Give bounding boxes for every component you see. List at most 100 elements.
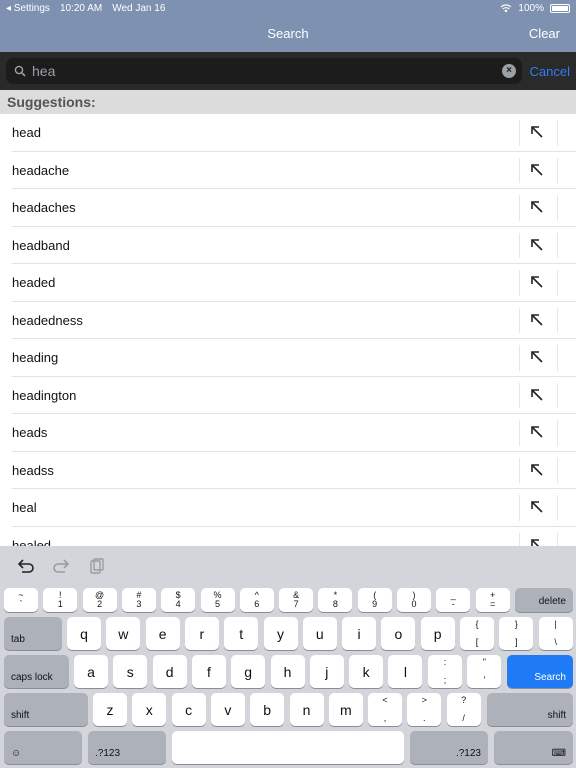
fill-arrow-icon[interactable] bbox=[530, 350, 544, 364]
key-letter[interactable]: y bbox=[263, 617, 298, 650]
numbers-key-right[interactable]: .?123 bbox=[410, 731, 488, 764]
suggestion-row[interactable]: healed bbox=[0, 527, 576, 547]
fill-arrow-icon[interactable] bbox=[530, 500, 544, 514]
key-1[interactable]: ! 1 bbox=[43, 588, 78, 612]
key-alt-label: > bbox=[421, 695, 427, 705]
hide-keyboard-key[interactable]: ⌨ bbox=[494, 731, 573, 764]
tab-key[interactable]: tab bbox=[4, 617, 62, 650]
fill-arrow-icon[interactable] bbox=[530, 463, 544, 477]
key-letter[interactable]: d bbox=[152, 655, 187, 688]
key-letter[interactable]: g bbox=[231, 655, 266, 688]
key-symbol[interactable]: " ' bbox=[467, 655, 502, 688]
key-letter[interactable]: z bbox=[93, 693, 127, 726]
key-10[interactable]: ) 0 bbox=[397, 588, 431, 612]
key-letter[interactable]: b bbox=[250, 693, 285, 726]
cancel-button[interactable]: Cancel bbox=[530, 64, 570, 79]
key-symbol[interactable]: >. bbox=[407, 693, 442, 726]
key-letter[interactable]: j bbox=[309, 655, 344, 688]
suggestion-row[interactable]: heads bbox=[0, 414, 576, 452]
key-12[interactable]: + = bbox=[475, 588, 510, 612]
fill-arrow-icon[interactable] bbox=[530, 238, 544, 252]
search-input[interactable] bbox=[32, 63, 502, 79]
key-letter[interactable]: q bbox=[67, 617, 101, 650]
paste-icon[interactable] bbox=[87, 558, 105, 574]
caps-lock-key[interactable]: caps lock bbox=[4, 655, 69, 688]
suggestion-row[interactable]: head bbox=[0, 114, 576, 152]
space-key[interactable] bbox=[172, 731, 404, 764]
key-3[interactable]: #3 bbox=[121, 588, 156, 612]
key-symbol[interactable]: ? / bbox=[446, 693, 481, 726]
key-symbol[interactable]: }] bbox=[499, 617, 534, 650]
key-letter[interactable]: m bbox=[328, 693, 363, 726]
suggestion-row[interactable]: headed bbox=[0, 264, 576, 302]
key-6[interactable]: ^ 6 bbox=[239, 588, 274, 612]
key-letter[interactable]: i bbox=[342, 617, 377, 650]
key-letter[interactable]: h bbox=[270, 655, 305, 688]
key-letter[interactable]: l bbox=[388, 655, 423, 688]
key-letter[interactable]: x bbox=[132, 693, 167, 726]
suggestion-row[interactable]: headache bbox=[0, 152, 576, 189]
fill-arrow-icon[interactable] bbox=[530, 425, 544, 439]
fill-arrow-icon[interactable] bbox=[530, 538, 544, 547]
numbers-key-left[interactable]: .?123 bbox=[88, 731, 166, 764]
key-letter[interactable]: e bbox=[145, 617, 180, 650]
key-letter[interactable]: u bbox=[302, 617, 337, 650]
suggestion-row[interactable]: heal bbox=[0, 489, 576, 527]
suggestion-row[interactable]: heading bbox=[0, 339, 576, 377]
key-alt-label: " bbox=[482, 657, 486, 667]
key-letter[interactable]: p bbox=[420, 617, 455, 650]
suggestion-text: headss bbox=[12, 462, 54, 478]
redo-icon[interactable] bbox=[52, 558, 70, 574]
shift-left-key[interactable]: shift bbox=[4, 693, 88, 726]
key-0[interactable]: ~ ` bbox=[4, 588, 38, 612]
key-letter[interactable]: n bbox=[289, 693, 324, 726]
key-letter[interactable]: t bbox=[224, 617, 259, 650]
key-7[interactable]: & 7 bbox=[279, 588, 314, 612]
key-letter[interactable]: s bbox=[113, 655, 148, 688]
key-5[interactable]: % 5 bbox=[200, 588, 235, 612]
key-letter[interactable]: o bbox=[381, 617, 416, 650]
fill-arrow-icon[interactable] bbox=[530, 200, 544, 214]
clear-button[interactable]: Clear bbox=[529, 26, 560, 41]
delete-key[interactable]: delete bbox=[515, 588, 573, 612]
key-letter[interactable]: k bbox=[349, 655, 384, 688]
shift-right-key[interactable]: shift bbox=[487, 693, 573, 726]
emoji-key[interactable]: ☺ bbox=[4, 731, 82, 764]
suggestion-row[interactable]: headband bbox=[0, 227, 576, 264]
battery-percent: 100% bbox=[518, 2, 544, 14]
fill-arrow-icon[interactable] bbox=[530, 125, 544, 139]
clear-text-icon[interactable]: × bbox=[502, 64, 516, 78]
key-letter[interactable]: f bbox=[191, 655, 226, 688]
search-key[interactable]: Search bbox=[507, 655, 573, 688]
key-letter[interactable]: r bbox=[184, 617, 219, 650]
key-main-label: ; bbox=[443, 675, 447, 685]
undo-icon[interactable] bbox=[17, 558, 35, 574]
row-separator bbox=[519, 457, 520, 483]
key-letter[interactable]: c bbox=[171, 693, 206, 726]
fill-arrow-icon[interactable] bbox=[530, 275, 544, 289]
key-label: shift bbox=[11, 710, 30, 721]
key-11[interactable]: _ - bbox=[436, 588, 471, 612]
suggestion-row[interactable]: headedness bbox=[0, 302, 576, 339]
fill-arrow-icon[interactable] bbox=[530, 388, 544, 402]
key-letter[interactable]: a bbox=[74, 655, 108, 688]
back-to-settings[interactable]: ◂ Settings bbox=[6, 3, 50, 14]
key-symbol[interactable]: <, bbox=[368, 693, 402, 726]
key-2[interactable]: @2 bbox=[82, 588, 117, 612]
suggestion-row[interactable]: headington bbox=[0, 377, 576, 414]
fill-arrow-icon[interactable] bbox=[530, 313, 544, 327]
key-symbol[interactable]: :; bbox=[428, 655, 462, 688]
key-letter[interactable]: v bbox=[210, 693, 245, 726]
key-4[interactable]: $4 bbox=[161, 588, 196, 612]
key-letter[interactable]: w bbox=[106, 617, 141, 650]
key-symbol[interactable]: | \ bbox=[538, 617, 573, 650]
key-9[interactable]: (9 bbox=[357, 588, 392, 612]
key-symbol[interactable]: {[ bbox=[460, 617, 494, 650]
key-label: d bbox=[165, 663, 174, 680]
suggestion-row[interactable]: headaches bbox=[0, 189, 576, 227]
suggestion-row[interactable]: headss bbox=[0, 452, 576, 489]
fill-arrow-icon[interactable] bbox=[530, 163, 544, 177]
key-8[interactable]: * 8 bbox=[318, 588, 353, 612]
row-separator bbox=[519, 232, 520, 258]
search-field[interactable]: × bbox=[6, 58, 522, 84]
